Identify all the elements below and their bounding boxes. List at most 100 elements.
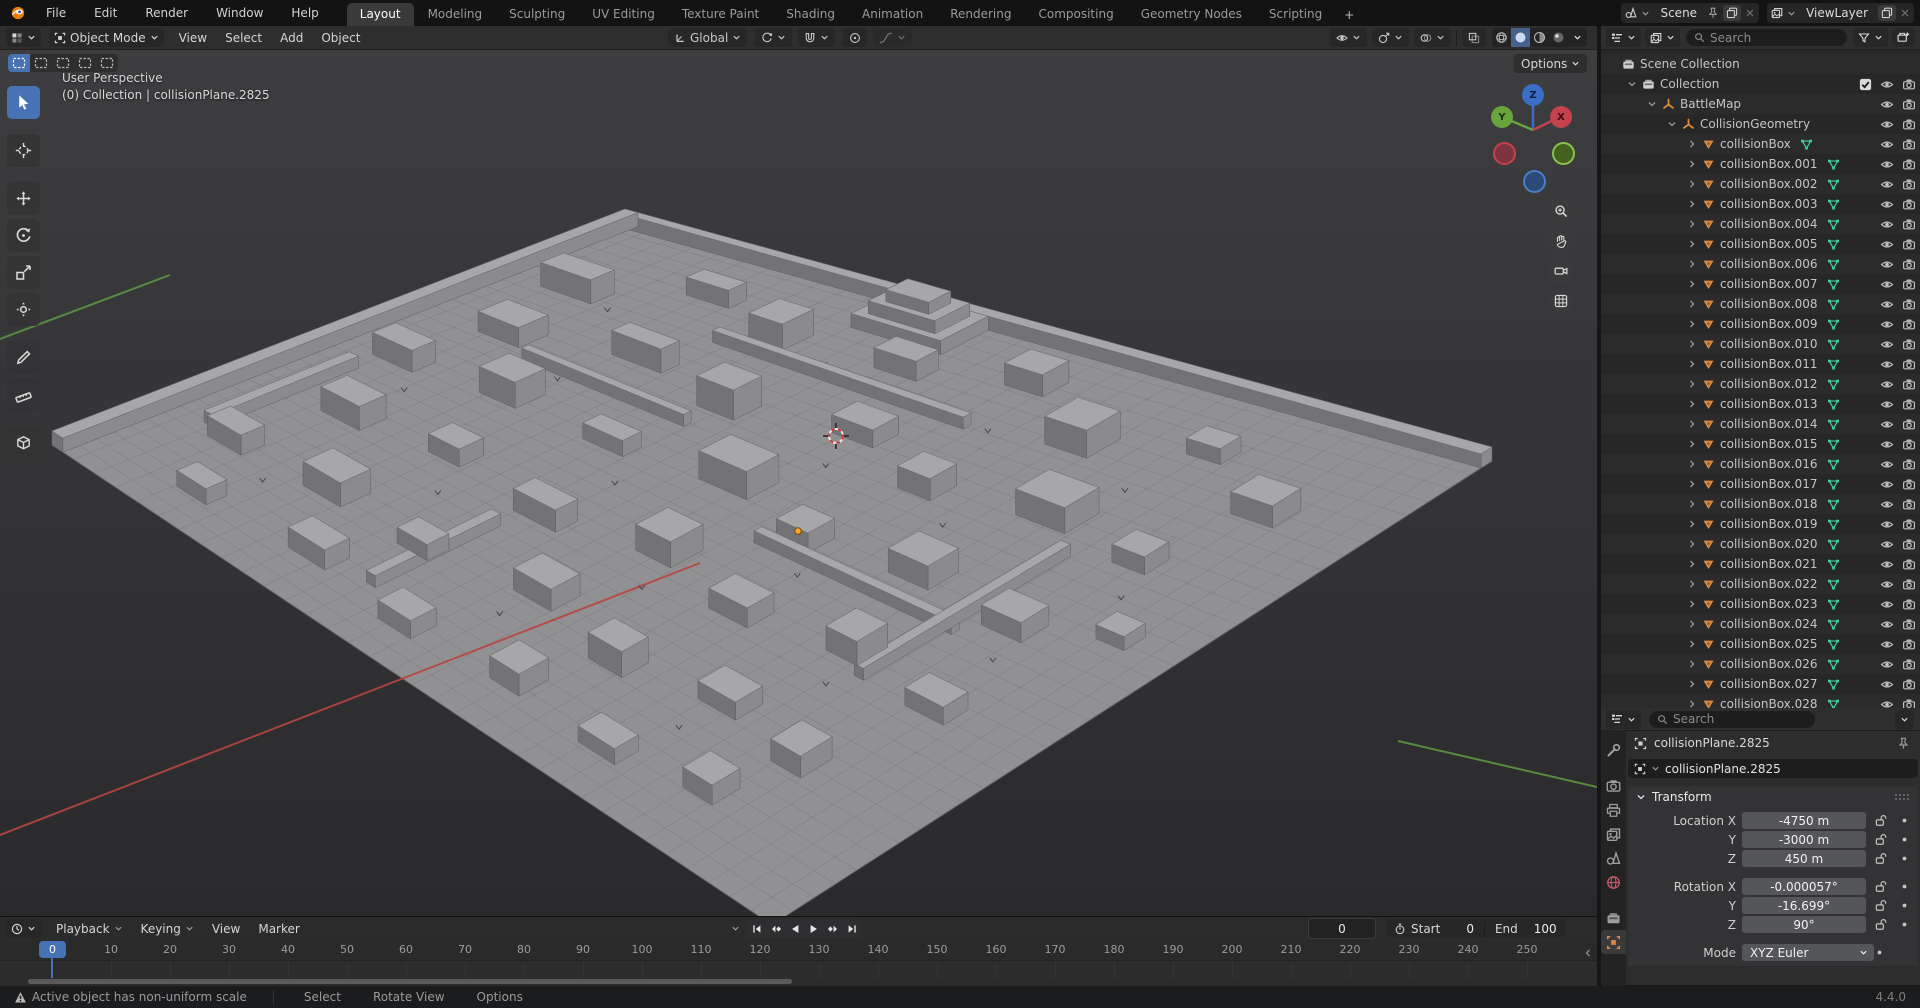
tool-scale[interactable]	[7, 256, 40, 289]
transform-orientation[interactable]: Global	[668, 28, 747, 47]
hide-in-viewport-icon[interactable]	[1880, 318, 1894, 331]
gizmo-axis-z[interactable]: Z	[1522, 84, 1544, 106]
outliner-row[interactable]: Scene Collection	[1601, 54, 1920, 74]
hide-in-viewport-icon[interactable]	[1880, 258, 1894, 271]
hide-in-viewport-icon[interactable]	[1880, 398, 1894, 411]
pan-view-button[interactable]	[1548, 228, 1574, 254]
pin-icon[interactable]	[1897, 737, 1910, 750]
viewport-menu-view[interactable]: View	[170, 31, 216, 45]
shading-solid-button[interactable]	[1511, 28, 1530, 47]
outliner-row[interactable]: collisionBox.007	[1601, 274, 1920, 294]
transform-panel-header[interactable]: Transform	[1628, 786, 1918, 807]
outliner-item-label[interactable]: collisionBox.002	[1720, 177, 1818, 191]
outliner-item-label[interactable]: collisionBox.022	[1720, 577, 1818, 591]
expand-chevron-icon[interactable]	[1687, 579, 1697, 589]
properties-tab-output[interactable]	[1601, 798, 1626, 822]
expand-chevron-icon[interactable]	[1627, 79, 1637, 89]
hide-in-viewport-icon[interactable]	[1880, 438, 1894, 451]
tab-geometry-nodes[interactable]: Geometry Nodes	[1128, 3, 1255, 26]
outliner-item-label[interactable]: collisionBox.006	[1720, 257, 1818, 271]
viewlayer-browse-icon[interactable]	[1771, 7, 1783, 19]
disable-in-renders-icon[interactable]	[1902, 198, 1916, 211]
expand-chevron-icon[interactable]	[1687, 179, 1697, 189]
hide-in-viewport-icon[interactable]	[1880, 158, 1894, 171]
outliner-item-label[interactable]: collisionBox.016	[1720, 457, 1818, 471]
outliner-row[interactable]: collisionBox.011	[1601, 354, 1920, 374]
jump-to-end-button[interactable]	[842, 919, 861, 938]
animate-dot-icon[interactable]	[1899, 881, 1910, 892]
disable-in-renders-icon[interactable]	[1902, 118, 1916, 131]
timeline-menu-keying[interactable]: Keying	[132, 922, 203, 936]
lock-open-icon[interactable]	[1874, 880, 1887, 893]
timeline-menu-playback[interactable]: Playback	[47, 922, 132, 936]
outliner-item-label[interactable]: collisionBox.014	[1720, 417, 1818, 431]
viewlayer-selector[interactable]: ViewLayer	[1767, 3, 1914, 23]
topbar-menu-edit[interactable]: Edit	[80, 0, 131, 26]
expand-chevron-icon[interactable]	[1687, 199, 1697, 209]
hide-in-viewport-icon[interactable]	[1880, 458, 1894, 471]
animate-dot-icon[interactable]	[1899, 815, 1910, 826]
viewport-menu-add[interactable]: Add	[271, 31, 312, 45]
expand-chevron-icon[interactable]	[1687, 319, 1697, 329]
field-value-5[interactable]: 90°	[1742, 916, 1866, 933]
field-value-0[interactable]: -4750 m	[1742, 812, 1866, 829]
outliner-row[interactable]: collisionBox.014	[1601, 414, 1920, 434]
outliner-row[interactable]: collisionBox.028	[1601, 694, 1920, 708]
disable-in-renders-icon[interactable]	[1902, 458, 1916, 471]
expand-chevron-icon[interactable]	[1687, 219, 1697, 229]
disable-in-renders-icon[interactable]	[1902, 338, 1916, 351]
tab-scripting[interactable]: Scripting	[1256, 3, 1335, 26]
mode-selector[interactable]: Object Mode	[49, 28, 164, 47]
disable-in-renders-icon[interactable]	[1902, 258, 1916, 271]
expand-chevron-icon[interactable]	[1667, 119, 1677, 129]
hide-in-viewport-icon[interactable]	[1880, 678, 1894, 691]
outliner-item-label[interactable]: Scene Collection	[1640, 57, 1740, 71]
outliner-search-input[interactable]: Search	[1686, 29, 1847, 46]
expand-chevron-icon[interactable]	[1687, 359, 1697, 369]
timeline-menu-view[interactable]: View	[203, 922, 249, 936]
collection-checkbox-icon[interactable]	[1859, 78, 1872, 91]
hide-in-viewport-icon[interactable]	[1880, 338, 1894, 351]
outliner-row[interactable]: collisionBox.012	[1601, 374, 1920, 394]
outliner-item-label[interactable]: collisionBox.003	[1720, 197, 1818, 211]
outliner-item-label[interactable]: collisionBox.018	[1720, 497, 1818, 511]
snap-target-button[interactable]	[755, 28, 792, 47]
hide-in-viewport-icon[interactable]	[1880, 598, 1894, 611]
outliner-item-label[interactable]: collisionBox.001	[1720, 157, 1818, 171]
expand-chevron-icon[interactable]	[1687, 399, 1697, 409]
rotation-mode-dropdown[interactable]: XYZ Euler	[1742, 944, 1874, 961]
hide-in-viewport-icon[interactable]	[1880, 278, 1894, 291]
start-frame-field[interactable]: 0	[1466, 922, 1474, 936]
timeline-ruler[interactable]: 1020304050607080901001101201301401501601…	[0, 940, 1597, 961]
outliner-row[interactable]: collisionBox.023	[1601, 594, 1920, 614]
disable-in-renders-icon[interactable]	[1902, 518, 1916, 531]
outliner-item-label[interactable]: collisionBox.012	[1720, 377, 1818, 391]
disable-in-renders-icon[interactable]	[1902, 138, 1916, 151]
outliner-row[interactable]: collisionBox.001	[1601, 154, 1920, 174]
outliner-item-label[interactable]: collisionBox.005	[1720, 237, 1818, 251]
disable-in-renders-icon[interactable]	[1902, 618, 1916, 631]
tab-uv-editing[interactable]: UV Editing	[579, 3, 668, 26]
topbar-menu-help[interactable]: Help	[277, 0, 332, 26]
properties-editor-type-button[interactable]	[1606, 710, 1641, 729]
outliner-row[interactable]: collisionBox.005	[1601, 234, 1920, 254]
xray-toggle[interactable]	[1462, 28, 1486, 47]
field-value-1[interactable]: -3000 m	[1742, 831, 1866, 848]
viewport-3d-scene[interactable]	[0, 49, 1597, 916]
properties-tab-tool[interactable]	[1601, 738, 1626, 762]
previous-keyframe-button[interactable]	[766, 919, 785, 938]
disable-in-renders-icon[interactable]	[1902, 698, 1916, 709]
hide-in-viewport-icon[interactable]	[1880, 618, 1894, 631]
hide-in-viewport-icon[interactable]	[1880, 298, 1894, 311]
outliner-row[interactable]: Collection	[1601, 74, 1920, 94]
tool-rotate[interactable]	[7, 219, 40, 252]
end-frame-field[interactable]: 100	[1534, 922, 1557, 936]
disable-in-renders-icon[interactable]	[1902, 398, 1916, 411]
jump-to-start-button[interactable]	[747, 919, 766, 938]
snap-toggle-button[interactable]	[798, 28, 835, 47]
scene-browse-icon[interactable]	[1625, 7, 1637, 19]
outliner-item-label[interactable]: collisionBox.024	[1720, 617, 1818, 631]
outliner-row[interactable]: collisionBox.025	[1601, 634, 1920, 654]
hide-in-viewport-icon[interactable]	[1880, 178, 1894, 191]
ortho-toggle-button[interactable]	[1548, 288, 1574, 314]
